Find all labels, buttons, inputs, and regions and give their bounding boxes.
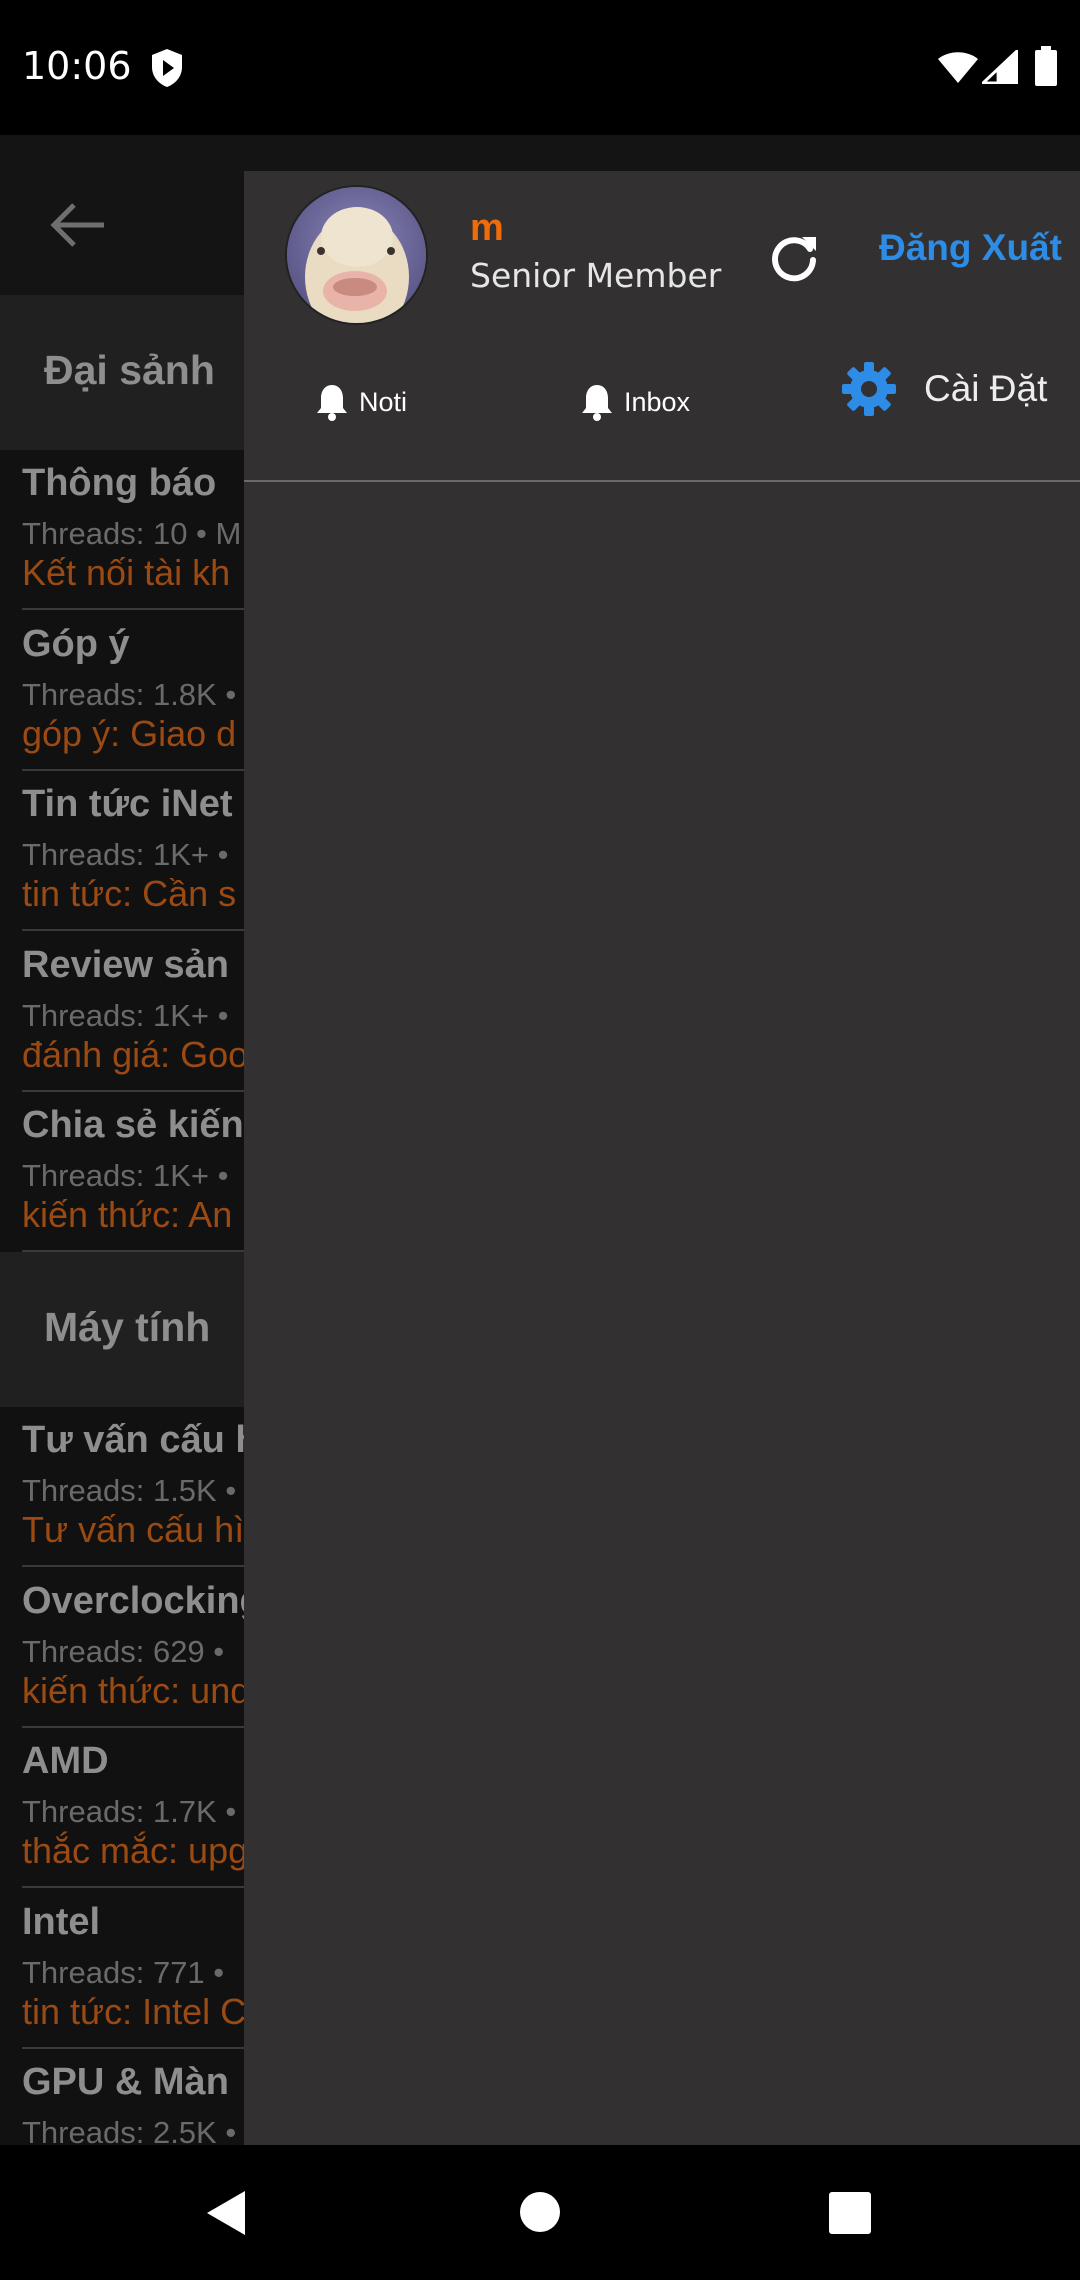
- forum-title: Overclocking: [22, 1580, 263, 1622]
- status-bar: 10:06: [0, 0, 1080, 135]
- nav-back-icon[interactable]: [205, 2189, 247, 2237]
- bell-icon: [582, 385, 612, 421]
- user-rank: Senior Member: [470, 256, 722, 295]
- forum-meta: Threads: 1K+ •: [22, 837, 229, 872]
- noti-button[interactable]: Noti: [315, 371, 407, 433]
- forum-latest-thread: thắc mắc: upg: [22, 1830, 249, 1871]
- forum-meta: Threads: 1.7K •: [22, 1794, 237, 1829]
- forum-latest-thread: góp ý: Giao d: [22, 713, 237, 754]
- forum-latest-thread: kiến thức: und: [22, 1670, 251, 1711]
- status-time: 10:06: [22, 44, 132, 88]
- forum-meta: Threads: 1K+ •: [22, 1158, 229, 1193]
- inbox-button[interactable]: Inbox: [580, 371, 690, 433]
- settings-button[interactable]: Cài Đặt: [840, 357, 1047, 421]
- nav-recents-icon[interactable]: [829, 2192, 871, 2234]
- refresh-icon[interactable]: [764, 227, 824, 287]
- bell-icon: [317, 385, 347, 421]
- navigation-drawer: m Senior Member Đăng Xuất Noti Inbox Cài…: [244, 171, 1080, 2145]
- forum-latest-thread: kiến thức: An: [22, 1194, 233, 1235]
- forum-latest-thread: đánh giá: Goo: [22, 1034, 249, 1075]
- wifi-icon: [938, 52, 978, 83]
- system-nav-bar: [0, 2145, 1080, 2280]
- forum-meta: Threads: 10 • M: [22, 516, 242, 551]
- forum-title: Góp ý: [22, 623, 130, 665]
- divider: [244, 480, 1080, 482]
- duck-avatar-image: [287, 187, 426, 323]
- section-title: Đại sảnh: [44, 347, 215, 393]
- forum-meta: Threads: 629 •: [22, 1634, 225, 1669]
- gear-icon: [842, 362, 896, 416]
- forum-meta: Threads: 1.8K •: [22, 677, 237, 712]
- forum-meta: Threads: 1K+ •: [22, 998, 229, 1033]
- forum-latest-thread: Kết nối tài kh: [22, 552, 231, 593]
- avatar[interactable]: [285, 185, 428, 325]
- forum-title: Tin tức iNet: [22, 783, 233, 825]
- shield-play-icon: [152, 49, 182, 87]
- forum-title: GPU & Màn: [22, 2061, 229, 2103]
- forum-latest-thread: tin tức: Cần s: [22, 873, 237, 914]
- forum-meta: Threads: 771 •: [22, 1955, 225, 1990]
- forum-title: Intel: [22, 1901, 101, 1943]
- user-name: m: [470, 207, 504, 249]
- forum-latest-thread: Tư vấn cấu hì: [22, 1509, 245, 1550]
- forum-meta: Threads: 1.5K •: [22, 1473, 237, 1508]
- forum-latest-thread: tin tức: Intel C: [22, 1991, 247, 2032]
- forum-title: Chia sẻ kiến: [22, 1104, 244, 1146]
- settings-label: Cài Đặt: [924, 368, 1048, 409]
- forum-title: Review sản: [22, 944, 229, 986]
- back-arrow-icon[interactable]: [50, 201, 106, 249]
- inbox-label: Inbox: [624, 386, 691, 417]
- forum-title: AMD: [22, 1740, 109, 1782]
- forum-title: Tư vấn cấu h: [22, 1419, 259, 1461]
- battery-icon: [1035, 46, 1057, 86]
- forum-title: Thông báo: [22, 462, 217, 504]
- nav-home-icon[interactable]: [520, 2192, 560, 2232]
- noti-label: Noti: [359, 386, 408, 417]
- signal-icon: [982, 50, 1018, 84]
- logout-button[interactable]: Đăng Xuất: [879, 227, 1062, 269]
- section-title: Máy tính: [44, 1304, 211, 1350]
- forum-meta: Threads: 2.5K •: [22, 2115, 237, 2145]
